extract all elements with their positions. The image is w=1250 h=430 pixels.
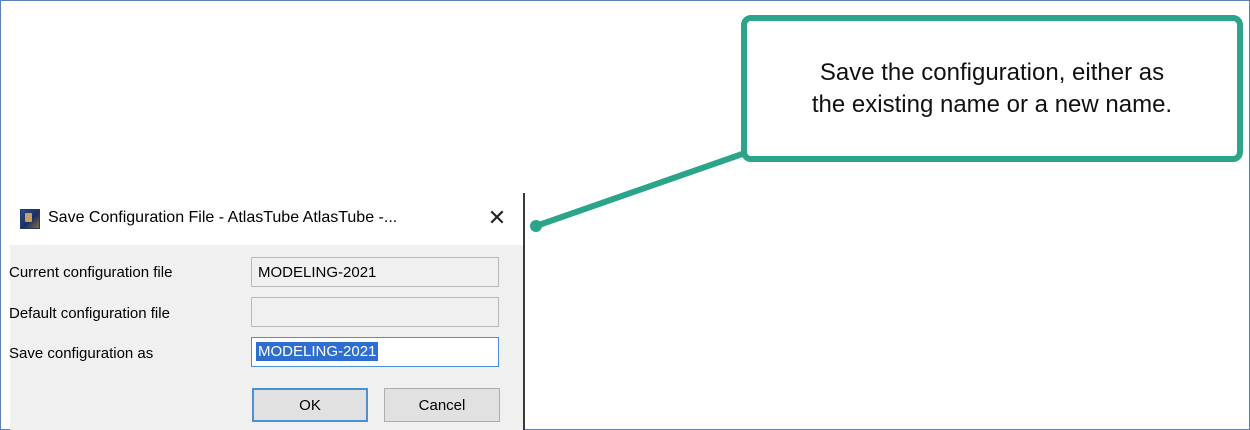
dialog-edge (523, 193, 525, 430)
ok-button[interactable]: OK (252, 388, 368, 422)
current-config-label: Current configuration file (9, 264, 173, 281)
close-icon[interactable]: ✕ (482, 203, 512, 233)
current-config-field: MODELING-2021 (251, 257, 499, 287)
app-icon (20, 209, 40, 229)
callout-box: Save the configuration, either as the ex… (741, 15, 1243, 162)
dialog-titlebar: Save Configuration File - AtlasTube Atla… (10, 193, 524, 245)
cancel-button[interactable]: Cancel (384, 388, 500, 422)
save-as-value: MODELING-2021 (256, 342, 379, 361)
callout-line-2: the existing name or a new name. (811, 90, 1173, 118)
default-config-field (251, 297, 499, 327)
callout-line-1: Save the configuration, either as (819, 58, 1165, 86)
dialog-title: Save Configuration File - AtlasTube Atla… (48, 209, 398, 226)
save-as-input[interactable]: MODELING-2021 (251, 337, 499, 367)
default-config-label: Default configuration file (9, 305, 170, 322)
save-as-label: Save configuration as (9, 345, 154, 362)
